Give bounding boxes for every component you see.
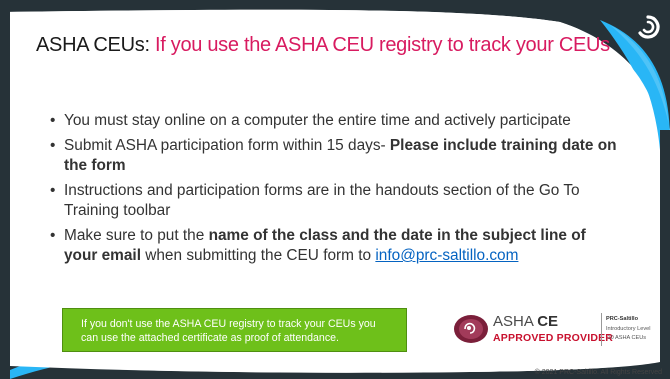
- asha-ce: CE: [537, 313, 559, 330]
- bullet-text: Make sure to put the: [64, 227, 209, 244]
- bullet-dot-icon: •: [50, 137, 56, 154]
- asha-word: ASHA: [493, 313, 534, 330]
- frame-right: [660, 130, 670, 379]
- slide-title: ASHA CEUs: If you use the ASHA CEU regis…: [36, 34, 610, 57]
- title-prefix: ASHA CEUs:: [36, 34, 155, 56]
- course-ceus: .10 ASHA CEUs: [606, 335, 647, 341]
- email-link[interactable]: info@prc-saltillo.com: [375, 247, 518, 264]
- asha-provider-badge: ASHA CE APPROVED PROVIDER PRC-Saltillo I…: [452, 310, 657, 350]
- bullet-dot-icon: •: [50, 227, 56, 244]
- slide: ASHA CEUs: If you use the ASHA CEU regis…: [0, 0, 670, 379]
- certificate-note-text: If you don't use the ASHA CEU registry t…: [81, 318, 376, 344]
- approved-provider-label: APPROVED PROVIDER: [493, 332, 614, 344]
- course-level: Introductory Level: [606, 326, 651, 332]
- provider-name: PRC-Saltillo: [606, 316, 639, 322]
- bullet-text-post: when submitting the CEU form to: [140, 247, 376, 264]
- title-highlight: If you use the ASHA CEU registry to trac…: [154, 34, 610, 56]
- asha-ce-heading: ASHA CE: [493, 313, 558, 330]
- prc-saltillo-logo-icon: [638, 15, 660, 39]
- bullet-item: • Instructions and participation forms a…: [50, 181, 620, 221]
- asha-speech-logo-icon: [454, 315, 488, 343]
- bullet-text: Instructions and participation forms are…: [64, 182, 580, 219]
- bullet-dot-icon: •: [50, 182, 56, 199]
- bullet-text: You must stay online on a computer the e…: [64, 112, 571, 129]
- frame-left: [0, 0, 10, 379]
- bullet-item: • Submit ASHA participation form within …: [50, 136, 620, 176]
- bullet-dot-icon: •: [50, 112, 56, 129]
- bullet-item: • Make sure to put the name of the class…: [50, 226, 620, 266]
- bullet-item: • You must stay online on a computer the…: [50, 111, 620, 131]
- bullet-list: • You must stay online on a computer the…: [50, 111, 620, 271]
- badge-divider: [601, 313, 602, 346]
- copyright-footer: © 2021 PRC-Saltillo. All Rights Reserved: [534, 369, 662, 376]
- bullet-text: Submit ASHA participation form within 15…: [64, 137, 390, 154]
- certificate-note-box: If you don't use the ASHA CEU registry t…: [62, 308, 407, 352]
